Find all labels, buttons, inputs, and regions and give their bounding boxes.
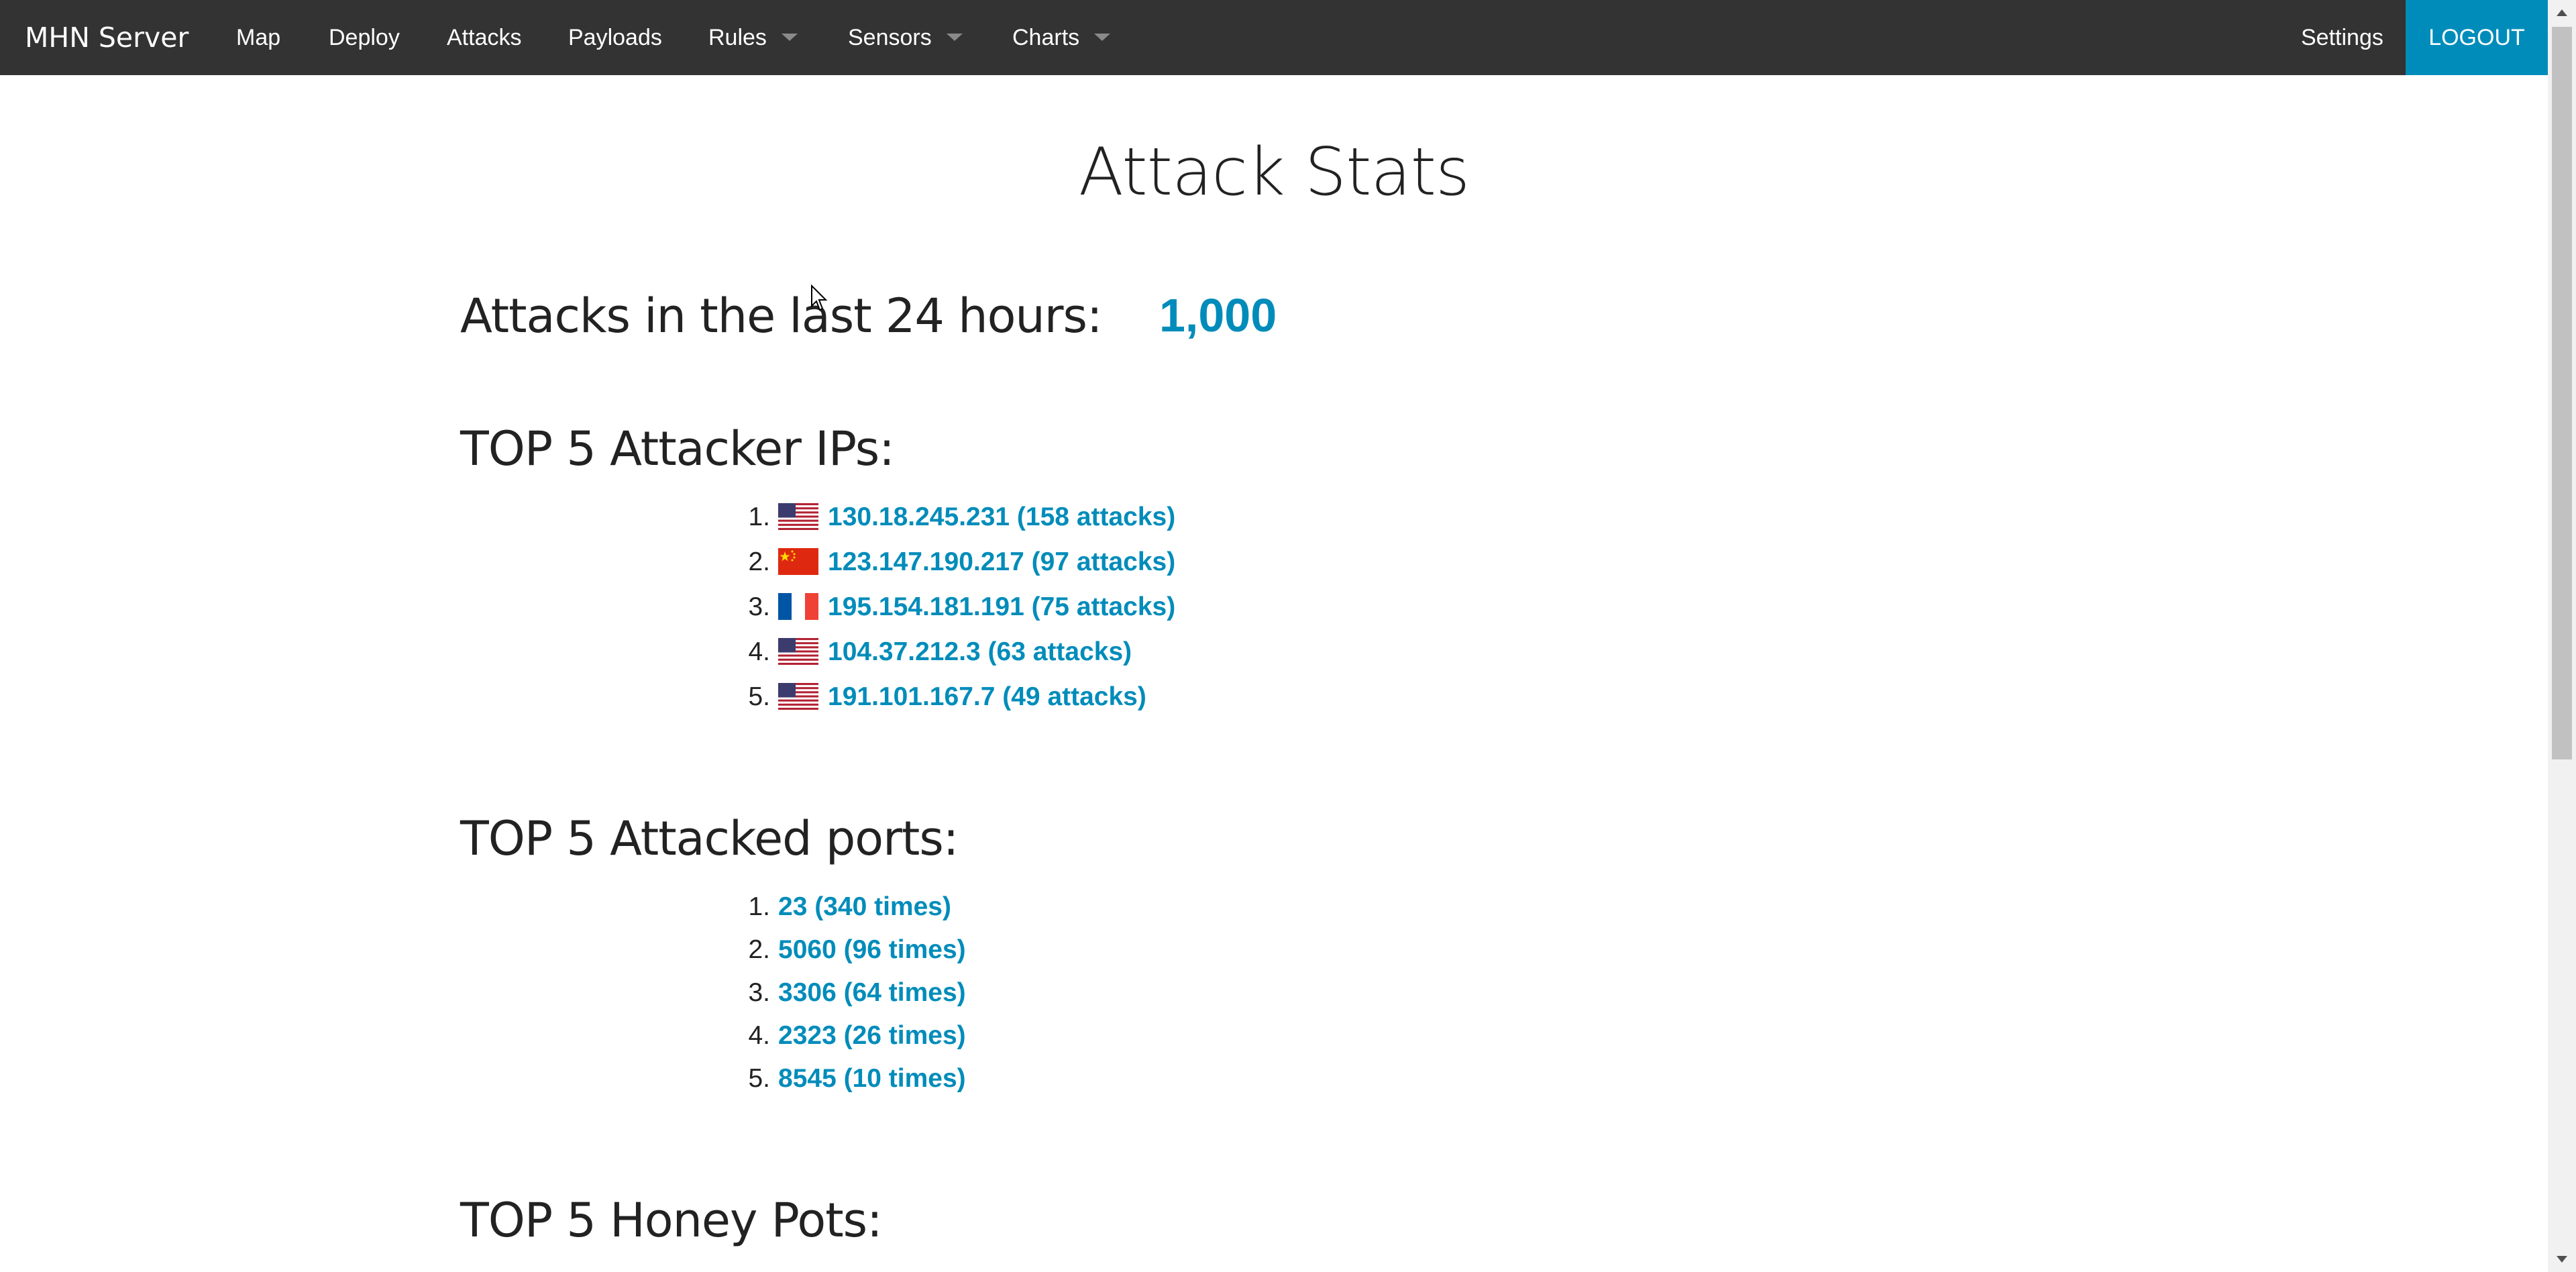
list-number: 2. <box>748 547 770 576</box>
top-ips-list: 1. 130.18.245.231 (158 attacks) 2. 123.1… <box>0 494 2548 719</box>
nav-payloads[interactable]: Payloads <box>568 0 662 75</box>
nav-charts-label: Charts <box>1012 25 1080 50</box>
nav-map[interactable]: Map <box>236 0 280 75</box>
list-item: 5. 191.101.167.7 (49 attacks) <box>0 674 2548 719</box>
list-number: 5. <box>748 682 770 711</box>
port-link[interactable]: 2323 (26 times) <box>778 1021 966 1050</box>
nav-attacks[interactable]: Attacks <box>447 0 521 75</box>
list-item: 1. 23 (340 times) <box>0 886 2548 929</box>
list-number: 1. <box>748 892 770 921</box>
list-number: 3. <box>748 592 770 621</box>
nav-rules-dropdown[interactable]: Rules <box>708 0 798 75</box>
attacker-ip-link[interactable]: 130.18.245.231 (158 attacks) <box>828 502 1175 531</box>
list-item: 4. 104.37.212.3 (63 attacks) <box>0 629 2548 674</box>
attacker-ip-link[interactable]: 123.147.190.217 (97 attacks) <box>828 547 1175 576</box>
page: MHN Server Map Deploy Attacks Payloads R… <box>0 0 2576 1272</box>
nav-settings[interactable]: Settings <box>2301 0 2383 75</box>
port-link[interactable]: 23 (340 times) <box>778 892 951 921</box>
list-number: 3. <box>748 978 770 1007</box>
us-flag-icon <box>778 502 818 530</box>
scrollbar-thumb[interactable] <box>2552 27 2572 759</box>
chevron-down-icon <box>1094 33 1111 41</box>
list-item: 3. 195.154.181.191 (75 attacks) <box>0 584 2548 629</box>
list-item: 3. 3306 (64 times) <box>0 971 2548 1014</box>
us-flag-icon <box>778 637 818 665</box>
nav-sensors-dropdown[interactable]: Sensors <box>848 0 963 75</box>
top-ports-heading: TOP 5 Attacked ports: <box>460 811 959 866</box>
attacker-ip-link[interactable]: 191.101.167.7 (49 attacks) <box>828 682 1146 711</box>
nav-sensors-label: Sensors <box>848 25 932 50</box>
page-title: Attack Stats <box>1078 134 1470 211</box>
top-ips-heading: TOP 5 Attacker IPs: <box>460 421 895 476</box>
attacks-24h-label: Attacks in the last 24 hours: <box>460 288 1103 343</box>
cn-flag-icon <box>778 547 818 575</box>
list-number: 1. <box>748 502 770 531</box>
list-item: 2. 123.147.190.217 (97 attacks) <box>0 539 2548 584</box>
nav-charts-dropdown[interactable]: Charts <box>1012 0 1111 75</box>
port-link[interactable]: 8545 (10 times) <box>778 1064 966 1093</box>
top-navbar: MHN Server Map Deploy Attacks Payloads R… <box>0 0 2548 75</box>
mouse-pointer-icon <box>811 284 828 311</box>
us-flag-icon <box>778 682 818 710</box>
top-honeypots-heading: TOP 5 Honey Pots: <box>460 1193 883 1248</box>
nav-deploy[interactable]: Deploy <box>329 0 400 75</box>
list-item: 5. 8545 (10 times) <box>0 1057 2548 1100</box>
scroll-down-arrow-icon[interactable] <box>2557 1256 2567 1263</box>
list-number: 2. <box>748 935 770 964</box>
attacker-ip-link[interactable]: 104.37.212.3 (63 attacks) <box>828 637 1132 666</box>
list-item: 2. 5060 (96 times) <box>0 929 2548 971</box>
brand-link[interactable]: MHN Server <box>25 0 189 75</box>
attacker-ip-link[interactable]: 195.154.181.191 (75 attacks) <box>828 592 1175 621</box>
vertical-scrollbar[interactable] <box>2548 0 2576 1272</box>
top-ports-list: 1. 23 (340 times) 2. 5060 (96 times) 3. … <box>0 886 2548 1100</box>
list-number: 4. <box>748 637 770 666</box>
attacks-24h-count[interactable]: 1,000 <box>1159 288 1277 342</box>
scroll-up-arrow-icon[interactable] <box>2557 9 2567 16</box>
nav-rules-label: Rules <box>708 25 767 50</box>
list-number: 4. <box>748 1021 770 1050</box>
port-link[interactable]: 3306 (64 times) <box>778 978 966 1007</box>
chevron-down-icon <box>781 33 798 41</box>
list-item: 4. 2323 (26 times) <box>0 1014 2548 1057</box>
port-link[interactable]: 5060 (96 times) <box>778 935 966 964</box>
chevron-down-icon <box>946 33 963 41</box>
logout-button[interactable]: LOGOUT <box>2406 0 2548 75</box>
fr-flag-icon <box>778 592 818 620</box>
list-number: 5. <box>748 1064 770 1093</box>
list-item: 1. 130.18.245.231 (158 attacks) <box>0 494 2548 539</box>
